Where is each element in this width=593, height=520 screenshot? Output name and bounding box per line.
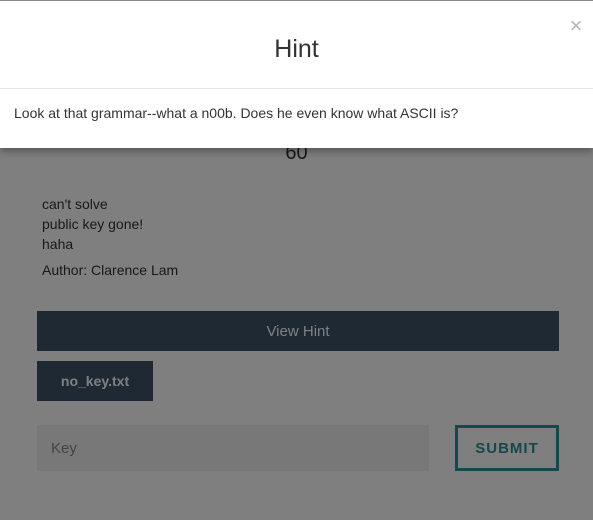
modal-title: Hint xyxy=(274,35,319,63)
hint-text: Look at that grammar--what a n00b. Does … xyxy=(14,105,459,121)
modal-header: Hint × xyxy=(0,1,593,89)
hint-modal: Hint × Look at that grammar--what a n00b… xyxy=(0,0,593,148)
close-icon[interactable]: × xyxy=(566,15,586,37)
challenge-page: 60 can't solve public key gone! haha Aut… xyxy=(0,0,593,520)
